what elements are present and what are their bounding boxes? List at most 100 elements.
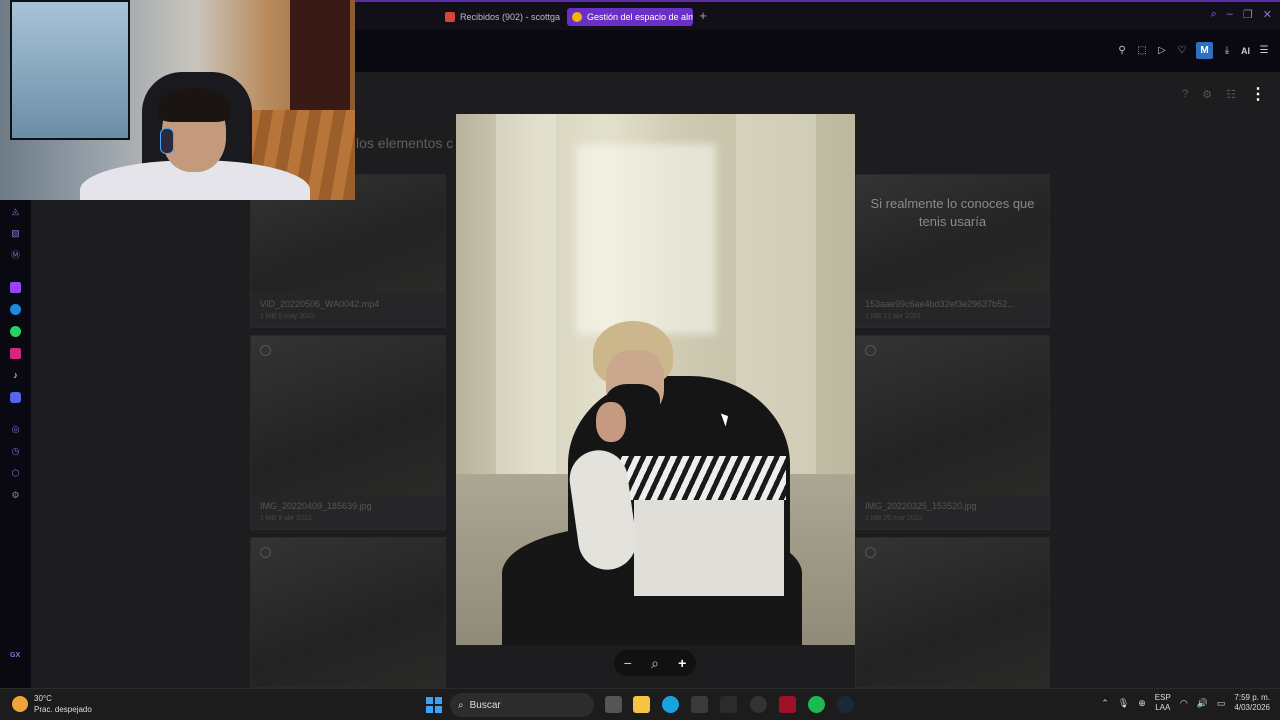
search-tabs-icon[interactable]: ⌕ [1211,8,1217,21]
player-icon[interactable]: ◎ [10,424,21,435]
select-checkbox[interactable] [260,547,271,558]
tab-drive-label: Gestión del espacio de alm [587,12,693,22]
apps-icon[interactable]: ☷ [1226,88,1236,101]
epic-games-icon[interactable] [720,696,737,713]
more-options-icon[interactable]: ⋮ [1250,84,1266,104]
gx-label: GX [10,652,21,659]
restore-icon[interactable]: ❐ [1243,8,1253,21]
file-tile[interactable]: IMG_20220409_185639.jpg 1 MB 9 abr 2022 [250,335,446,530]
whatsapp-icon[interactable] [10,326,21,337]
volume-icon[interactable]: 🔊 [1197,698,1208,709]
weather-sun-icon [12,696,28,712]
aria-icon[interactable]: ◬ [10,206,21,217]
start-button[interactable] [426,697,442,713]
app-icon[interactable] [750,696,767,713]
webcam-headset [160,128,174,154]
ai-button[interactable]: AI [1241,46,1250,56]
chevron-up-icon[interactable]: ⌃ [1101,698,1109,709]
task-view-icon[interactable] [605,696,622,713]
language-indicator[interactable]: ESP LAA [1155,693,1171,713]
system-tray: ⌃ 🎙 ⊕ ESP LAA ◠ 🔊 ▭ 7:59 p. m. 4/03/2026 [1101,693,1270,713]
close-icon[interactable]: ✕ [1263,8,1272,21]
network-status-icon[interactable]: ⊕ [1138,698,1146,709]
select-checkbox[interactable] [865,345,876,356]
zoom-controls: − ⌕ + [614,650,696,676]
store-icon[interactable] [691,696,708,713]
gear-icon[interactable]: ⚙ [1202,88,1212,101]
weather-text: 30°C Prac. despejado [34,693,92,715]
spotify-icon[interactable] [808,696,825,713]
file-tile[interactable]: Si realmente lo conoces que tenis usaría… [855,174,1050,328]
start-pane [435,706,442,713]
minimize-icon[interactable]: – [1227,8,1233,21]
browser-sidebar: ◬ ▧ Ⓜ ♪ ◎ ◷ ⬡ ⚙ GX [0,200,31,688]
gmail-icon [445,12,455,22]
instagram-icon[interactable] [10,348,21,359]
profile-m-button[interactable]: M [1196,42,1213,59]
pin-icon[interactable]: ⚲ [1116,45,1128,57]
webcam-door [290,0,350,120]
tab-gmail[interactable]: Recibidos (902) - scottga [440,8,560,26]
file-explorer-icon[interactable] [633,696,650,713]
file-meta: 1 MB 9 abr 2022 [260,515,312,522]
file-name: IMG_20220409_185639.jpg [260,501,372,511]
weather-widget[interactable]: 30°C Prac. despejado [12,693,92,715]
file-tile[interactable] [250,537,446,688]
edge-icon[interactable] [662,696,679,713]
clock[interactable]: 7:59 p. m. 4/03/2026 [1234,693,1270,713]
extensions-icon[interactable]: ⬡ [10,468,21,479]
weather-desc: Prac. despejado [34,705,92,714]
zoom-in-button[interactable]: + [678,655,686,671]
file-tile[interactable]: IMG_20220325_153520.jpg 1 MB 25 mar 2022 [855,335,1050,530]
language-code: ESP [1154,693,1171,702]
search-icon: ⌕ [458,699,464,711]
discord-icon[interactable] [10,392,21,403]
thumbnail-caption: Si realmente lo conoces que tenis usaría [870,196,1035,229]
opera-gx-icon[interactable] [779,696,796,713]
keyboard-layout: LAA [1155,703,1171,712]
messenger-icon[interactable] [10,304,21,315]
download-icon[interactable]: ⤓ [1221,45,1233,57]
file-tile[interactable] [855,537,1050,688]
gx-corner-icon[interactable]: ▧ [10,228,21,239]
file-name: 153aae99c6ae4bd32ef3e29637b52... [865,299,1015,309]
screen: Recibidos (902) - scottga Gestión del es… [0,0,1280,720]
select-checkbox[interactable] [260,345,271,356]
zoom-out-button[interactable]: − [624,655,632,671]
snapshot-icon[interactable]: ⬚ [1136,45,1148,57]
file-meta: 1 MB 13 abr 2022 [865,313,921,320]
twitch-icon[interactable] [10,282,21,293]
file-thumbnail [856,336,1049,496]
settings-icon[interactable]: ⚙ [10,490,21,501]
taskbar-search[interactable]: ⌕ Buscar [450,693,594,717]
new-tab-button[interactable]: + [696,9,710,23]
heart-icon[interactable]: ♡ [1176,45,1188,57]
file-thumbnail [856,175,1049,293]
start-pane [426,697,433,704]
wifi-icon[interactable]: ◠ [1180,698,1188,709]
m-icon[interactable]: Ⓜ [10,250,21,261]
file-meta: 1 MB 25 mar 2022 [865,515,923,522]
play-icon[interactable]: ▷ [1156,45,1168,57]
webcam-overlay [0,0,355,200]
tab-drive-storage[interactable]: Gestión del espacio de alm [567,8,693,26]
clock-date: 4/03/2026 [1234,703,1270,712]
help-icon[interactable]: ? [1182,88,1188,100]
select-checkbox[interactable] [865,547,876,558]
start-pane [426,706,433,713]
toolbar-actions: ⚲ ⬚ ▷ ♡ M ⤓ AI ☰ [1116,42,1270,59]
file-name: IMG_20220325_153520.jpg [865,501,977,511]
photo-preview [456,114,855,645]
tiktok-icon[interactable]: ♪ [10,370,21,381]
menu-icon[interactable]: ☰ [1258,45,1270,57]
windows-taskbar: 30°C Prac. despejado ⌕ Buscar ⌃ 🎙 ⊕ ESP … [0,688,1280,720]
file-meta: 1 MB 6 may 2022 [260,313,315,320]
photo-hoodie-white [634,496,784,596]
microphone-icon[interactable]: 🎙 [1118,698,1129,709]
steam-icon[interactable] [837,696,854,713]
file-name: VID_20220506_WA0042.mp4 [260,299,380,309]
history-icon[interactable]: ◷ [10,446,21,457]
window-controls: ⌕ – ❐ ✕ [1211,8,1272,21]
battery-icon[interactable]: ▭ [1217,698,1226,709]
webcam-hair [158,88,230,122]
